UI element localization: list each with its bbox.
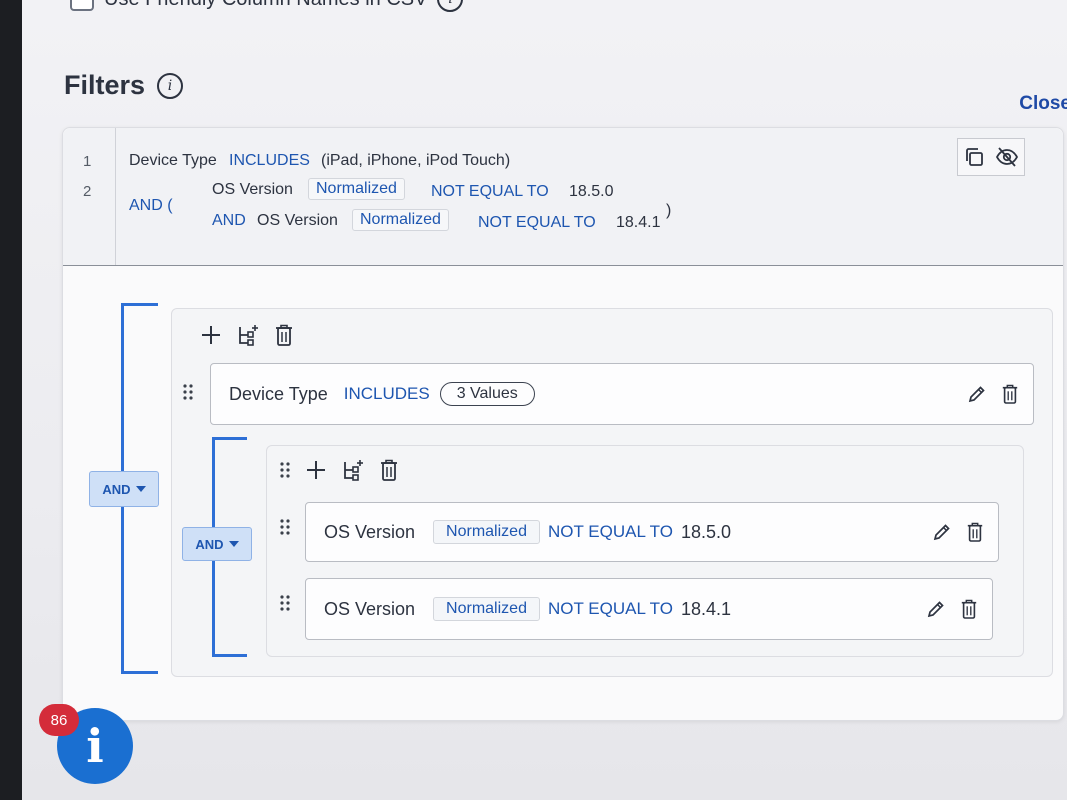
drag-handle-icon[interactable] [279,461,291,479]
rule-value[interactable]: 18.5.0 [681,522,731,543]
summary-row2-operator: NOT EQUAL TO [478,214,596,231]
friendly-column-names-label: Use Friendly Column Names in CSV [104,0,427,11]
copy-icon[interactable] [963,146,985,168]
rule-field[interactable]: OS Version [324,599,415,620]
summary-line1-field: Device Type [129,152,217,169]
summary-row2-transform: Normalized [352,209,449,231]
info-icon[interactable]: i [437,0,464,12]
add-group-icon[interactable] [236,324,260,346]
rule-operator[interactable]: INCLUDES [344,384,430,404]
outer-combinator-label: AND [102,481,131,497]
summary-row1-field: OS Version [212,181,293,198]
info-icon: i [86,719,104,773]
summary-tools [957,138,1025,176]
delete-group-icon[interactable] [379,458,399,482]
summary-line2-prefix: AND ( [129,197,173,214]
line-number: 2 [83,183,92,200]
inner-combinator-label: AND [195,536,224,552]
rule-os-version-1[interactable]: OS Version Normalized NOT EQUAL TO 18.5.… [305,502,999,562]
rule-actions [932,521,984,543]
summary-row2-value: 18.4.1 [616,214,661,231]
inner-group: OS Version Normalized NOT EQUAL TO 18.5.… [266,445,1024,657]
outer-combinator-dropdown[interactable]: AND [89,471,159,507]
summary-row1-transform: Normalized [308,178,405,200]
summary-row1-value: 18.5.0 [569,183,614,200]
add-group-icon[interactable] [341,459,365,481]
filters-header: Filters i [64,70,184,101]
drag-handle-icon[interactable] [279,594,291,612]
notification-badge: 86 [39,704,79,736]
chevron-down-icon [228,541,239,547]
summary-line1-values: (iPad, iPhone, iPod Touch) [321,152,511,169]
summary-row2-connector: AND [212,212,246,229]
rule-actions [926,598,978,620]
summary-line2-suffix: ) [666,202,672,219]
drag-handle-icon[interactable] [279,518,291,536]
screen: Use Friendly Column Names in CSV i Filte… [22,0,1067,800]
inner-group-toolbar [279,458,399,482]
filters-info-icon[interactable]: i [157,72,184,99]
friendly-column-names-option: Use Friendly Column Names in CSV i [70,0,464,12]
rule-os-version-2[interactable]: OS Version Normalized NOT EQUAL TO 18.4.… [305,578,993,640]
rule-operator[interactable]: NOT EQUAL TO [548,599,673,619]
rule-transform[interactable]: Normalized [433,597,540,621]
delete-group-icon[interactable] [274,323,294,347]
summary-row2-field: OS Version [257,212,338,229]
rule-operator[interactable]: NOT EQUAL TO [548,522,673,542]
rule-actions [967,383,1019,405]
edit-icon[interactable] [932,522,952,542]
chevron-down-icon [135,486,146,492]
summary-line1-operator: INCLUDES [229,152,310,169]
filter-summary: 1 2 Device Type INCLUDES (iPad, iPhone, … [63,128,1063,266]
rule-value[interactable]: 18.4.1 [681,599,731,620]
outer-group-toolbar [200,323,294,347]
line-number-gutter: 1 2 [63,128,116,265]
hide-summary-icon[interactable] [995,146,1019,168]
drag-handle-icon[interactable] [182,383,194,401]
outer-group: Device Type INCLUDES 3 Values AND OS Ver… [171,308,1053,677]
values-pill[interactable]: 3 Values [439,382,535,406]
inner-combinator-dropdown[interactable]: AND [182,527,252,561]
edit-icon[interactable] [967,384,987,404]
summary-row1-operator: NOT EQUAL TO [431,183,549,200]
filters-panel: 1 2 Device Type INCLUDES (iPad, iPhone, … [62,127,1064,721]
rule-field[interactable]: OS Version [324,522,415,543]
add-rule-icon[interactable] [305,459,327,481]
rule-device-type[interactable]: Device Type INCLUDES 3 Values [210,363,1034,425]
close-button[interactable]: Close [1019,93,1067,115]
delete-rule-icon[interactable] [966,521,984,543]
delete-rule-icon[interactable] [1001,383,1019,405]
edit-icon[interactable] [926,599,946,619]
delete-rule-icon[interactable] [960,598,978,620]
line-number: 1 [83,153,92,170]
add-rule-icon[interactable] [200,324,222,346]
filters-title: Filters [64,70,146,100]
rule-field[interactable]: Device Type [229,384,328,405]
rule-transform[interactable]: Normalized [433,520,540,544]
friendly-column-names-checkbox[interactable] [70,0,94,11]
